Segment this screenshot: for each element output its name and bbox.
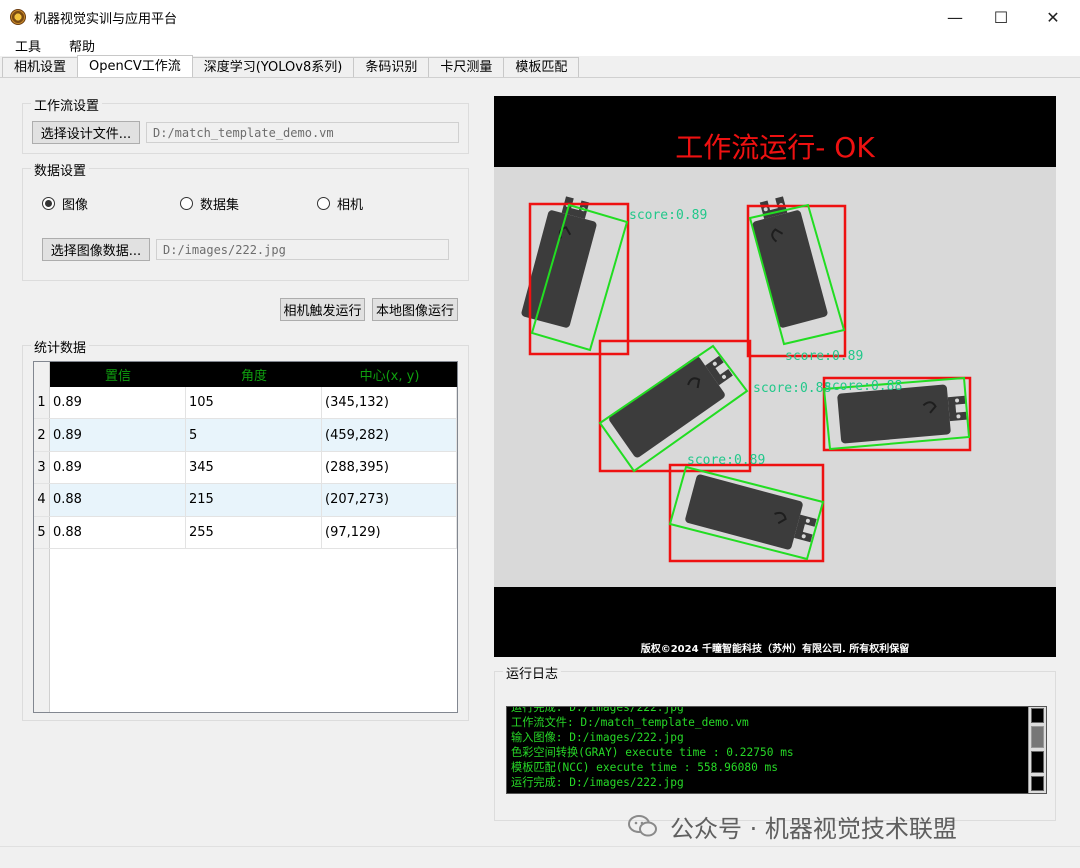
- log-line: 运行完成: D:/images/222.jpg: [511, 776, 684, 789]
- cell-center[interactable]: (288,395): [322, 451, 457, 484]
- row-number[interactable]: 5: [34, 516, 50, 548]
- tab-opencv-workflow[interactable]: OpenCV工作流: [77, 55, 193, 77]
- detection-2-score: score:0.89: [785, 349, 863, 364]
- design-file-path-field[interactable]: D:/match_template_demo.vm: [146, 122, 459, 143]
- tab-barcode[interactable]: 条码识别: [353, 57, 430, 77]
- run-log-group: 运行日志 运行完成: D:/images/222.jpg 工作流文件: D:/m…: [494, 663, 1056, 821]
- table-row[interactable]: 1 0.89 105 (345,132): [34, 387, 457, 420]
- radio-image-label: 图像: [62, 198, 89, 213]
- cell-confidence[interactable]: 0.89: [50, 451, 186, 484]
- copyright-text: 版权©2024 千瞳智能科技（苏州）有限公司. 所有权利保留: [640, 644, 910, 655]
- log-line: 模板匹配(NCC) execute time : 558.96080 ms: [511, 761, 779, 774]
- scroll-down-button[interactable]: [1031, 776, 1044, 791]
- row-number[interactable]: 2: [34, 419, 50, 451]
- radio-camera-indicator[interactable]: [317, 197, 330, 210]
- tab-template-match[interactable]: 模板匹配: [503, 57, 580, 77]
- menu-tools[interactable]: 工具: [0, 36, 54, 55]
- table-body: 1 0.89 105 (345,132) 2 0.89 5 (459,282) …: [34, 387, 457, 549]
- run-log-console[interactable]: 运行完成: D:/images/222.jpg 工作流文件: D:/match_…: [506, 706, 1047, 794]
- detection-1-score: score:0.89: [629, 208, 707, 223]
- scroll-track[interactable]: [1031, 751, 1044, 773]
- radio-image[interactable]: 图像: [42, 194, 88, 213]
- tab-caliper[interactable]: 卡尺测量: [428, 57, 505, 77]
- select-image-data-button[interactable]: 选择图像数据...: [42, 238, 150, 261]
- cell-confidence[interactable]: 0.88: [50, 516, 186, 548]
- watermark-text: 公众号 · 机器视觉技术联盟: [670, 814, 957, 843]
- data-settings-group: 数据设置: [22, 160, 469, 281]
- title-bar: 机器视觉实训与应用平台 — ☐ ✕: [0, 0, 1080, 34]
- column-header-angle[interactable]: 角度: [186, 362, 322, 387]
- app-icon: [10, 9, 26, 25]
- tab-camera-settings[interactable]: 相机设置: [2, 57, 79, 77]
- workflow-settings-label: 工作流设置: [31, 95, 103, 114]
- detection-5-score: score:0.89: [687, 453, 765, 468]
- column-header-center[interactable]: 中心(x, y): [322, 362, 457, 387]
- cell-confidence[interactable]: 0.88: [50, 484, 186, 516]
- detection-5: score:0.89: [668, 453, 825, 563]
- scroll-thumb[interactable]: [1031, 726, 1044, 748]
- detection-3-score: score:0.88: [753, 381, 831, 396]
- data-settings-label: 数据设置: [31, 160, 90, 179]
- menu-bar: 工具 帮助: [0, 34, 1080, 56]
- radio-dataset[interactable]: 数据集: [180, 194, 239, 213]
- cell-confidence[interactable]: 0.89: [50, 419, 186, 451]
- cell-angle[interactable]: 105: [186, 387, 322, 419]
- table-row[interactable]: 3 0.89 345 (288,395): [34, 451, 457, 485]
- cell-angle[interactable]: 255: [186, 516, 322, 548]
- cell-confidence[interactable]: 0.89: [50, 387, 186, 419]
- wechat-icon: [628, 815, 657, 837]
- scroll-up-button[interactable]: [1031, 708, 1044, 723]
- table-row[interactable]: 2 0.89 5 (459,282): [34, 419, 457, 452]
- camera-trigger-run-button[interactable]: 相机触发运行: [280, 298, 365, 321]
- detection-4: score:0.88: [822, 376, 972, 452]
- maximize-button[interactable]: ☐: [978, 0, 1024, 34]
- cell-center[interactable]: (459,282): [322, 419, 457, 451]
- statistics-label: 统计数据: [31, 337, 90, 356]
- log-line: 工作流文件: D:/match_template_demo.vm: [511, 716, 749, 729]
- result-image-viewer[interactable]: 工作流运行- OK score:0.89 score:0.89 score:0.…: [494, 96, 1056, 657]
- result-image: score:0.89 score:0.89 score:0.88 score:0…: [494, 167, 1056, 587]
- log-scrollbar[interactable]: [1028, 707, 1046, 793]
- watermark: 公众号 · 机器视觉技术联盟: [628, 808, 1058, 844]
- close-button[interactable]: ✕: [1030, 0, 1076, 34]
- column-header-confidence[interactable]: 置信: [50, 362, 186, 387]
- cell-center[interactable]: (207,273): [322, 484, 457, 516]
- minimize-button[interactable]: —: [932, 0, 978, 34]
- row-number[interactable]: 3: [34, 451, 50, 484]
- log-line: 色彩空间转换(GRAY) execute time : 0.22750 ms: [511, 746, 794, 759]
- cell-angle[interactable]: 215: [186, 484, 322, 516]
- cell-angle[interactable]: 345: [186, 451, 322, 484]
- row-number[interactable]: 1: [34, 387, 50, 419]
- table-header: 置信 角度 中心(x, y): [50, 362, 457, 387]
- menu-help[interactable]: 帮助: [54, 36, 108, 55]
- statistics-table[interactable]: 置信 角度 中心(x, y) 1 0.89 105 (345,132) 2 0.…: [33, 361, 458, 713]
- local-image-run-button[interactable]: 本地图像运行: [372, 298, 458, 321]
- radio-camera[interactable]: 相机: [317, 194, 363, 213]
- radio-dataset-indicator[interactable]: [180, 197, 193, 210]
- result-status-title: 工作流运行- OK: [675, 131, 875, 164]
- radio-image-indicator[interactable]: [42, 197, 55, 210]
- detection-2: score:0.89: [746, 191, 863, 364]
- radio-dataset-label: 数据集: [200, 198, 240, 213]
- window-title: 机器视觉实训与应用平台: [34, 11, 178, 27]
- log-line: 输入图像: D:/images/222.jpg: [511, 731, 684, 744]
- cell-angle[interactable]: 5: [186, 419, 322, 451]
- detection-overlay: score:0.89 score:0.89 score:0.88 score:0…: [519, 191, 972, 563]
- table-row[interactable]: 4 0.88 215 (207,273): [34, 484, 457, 517]
- select-design-file-button[interactable]: 选择设计文件...: [32, 121, 140, 144]
- radio-camera-label: 相机: [337, 198, 364, 213]
- status-bar: [0, 846, 1080, 868]
- row-number[interactable]: 4: [34, 484, 50, 516]
- log-line: 运行完成: D:/images/222.jpg: [511, 706, 684, 714]
- run-log-label: 运行日志: [503, 663, 562, 682]
- log-lines: 运行完成: D:/images/222.jpg 工作流文件: D:/match_…: [511, 706, 1026, 790]
- detection-1: score:0.89: [519, 191, 707, 356]
- tab-bar: 相机设置 OpenCV工作流 深度学习(YOLOv8系列) 条码识别 卡尺测量 …: [0, 55, 1080, 78]
- cell-center[interactable]: (345,132): [322, 387, 457, 419]
- table-row[interactable]: 5 0.88 255 (97,129): [34, 516, 457, 549]
- tab-deep-learning[interactable]: 深度学习(YOLOv8系列): [191, 57, 355, 77]
- cell-center[interactable]: (97,129): [322, 516, 457, 548]
- image-data-path-field[interactable]: D:/images/222.jpg: [156, 239, 449, 260]
- detection-4-score: score:0.88: [824, 379, 902, 394]
